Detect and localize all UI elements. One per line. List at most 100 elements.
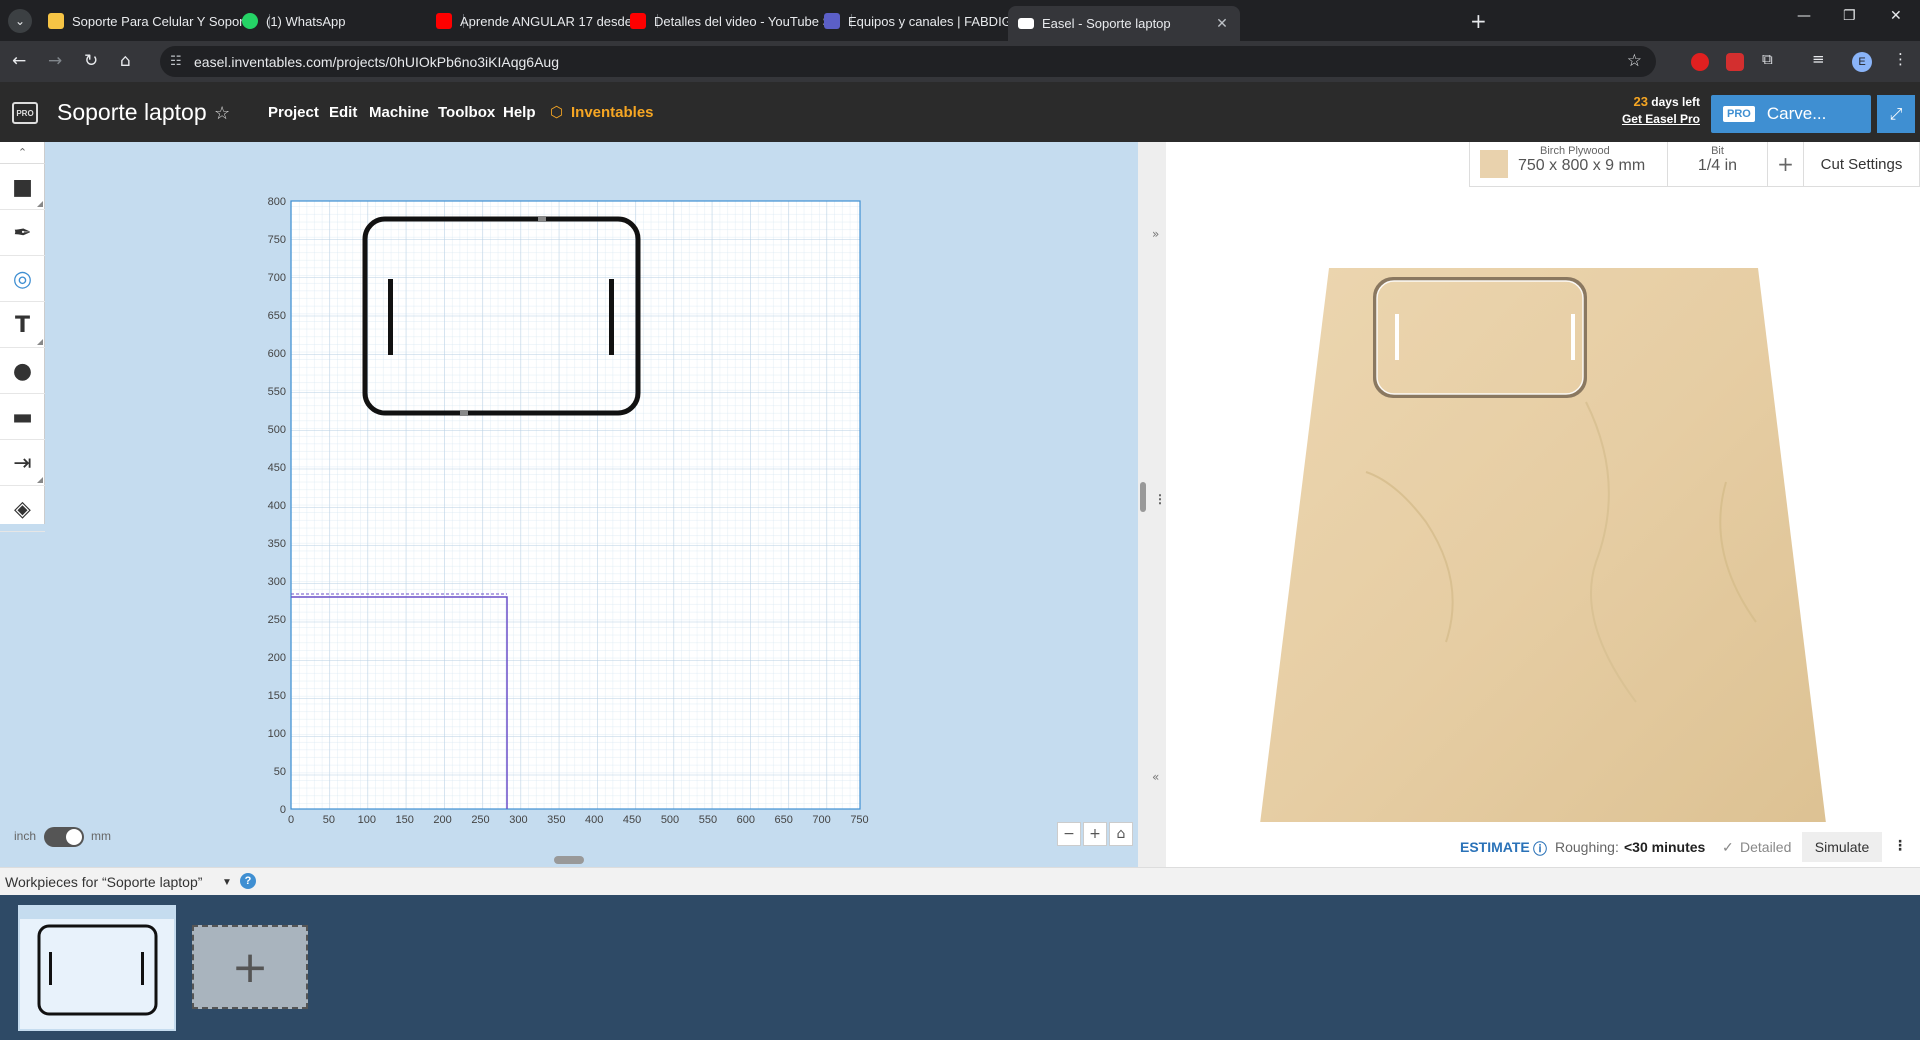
extensions-puzzle-icon[interactable]: ⧉ (1762, 50, 1780, 68)
workpiece-thumbnail[interactable] (18, 905, 176, 1031)
browser-menu-icon[interactable]: ⋮ (1893, 50, 1911, 68)
bookmark-star-icon[interactable]: ☆ (1627, 51, 1642, 71)
divider-dots-icon[interactable]: ⋮ (1154, 492, 1166, 506)
slot-right[interactable] (609, 279, 614, 355)
cut-settings-button[interactable]: Cut Settings (1804, 142, 1919, 186)
bit-label: Bit (1711, 145, 1724, 157)
favicon-icon (48, 13, 64, 29)
slot-left[interactable] (388, 279, 393, 355)
workpieces-tray: + (0, 895, 1920, 1040)
trial-days-number: 23 (1633, 94, 1648, 109)
x-tick-label: 50 (323, 814, 335, 826)
help-icon[interactable]: ? (240, 873, 256, 889)
carve-button[interactable]: PRO Carve... (1711, 95, 1871, 133)
media-control-icon[interactable]: ≡ (1812, 50, 1830, 68)
x-tick-label: 350 (547, 814, 565, 826)
new-tab-icon[interactable]: + (1470, 9, 1487, 33)
y-tick-label: 200 (268, 652, 286, 664)
x-tick-label: 0 (288, 814, 294, 826)
tab-title: Detalles del video - YouTube St (654, 13, 826, 29)
horizontal-scroll-handle[interactable] (554, 856, 584, 864)
youtube-icon (436, 13, 452, 29)
whatsapp-icon (242, 13, 258, 29)
y-tick-label: 400 (268, 500, 286, 512)
menu-help[interactable]: Help (503, 104, 536, 121)
address-bar[interactable]: ☷ easel.inventables.com/projects/0hUIOkP… (160, 46, 1656, 77)
collapse-right-icon[interactable]: » (1152, 227, 1159, 241)
more-options-icon[interactable]: ⋮ (1893, 838, 1907, 854)
trial-days-left: 23 days left (1600, 94, 1701, 109)
y-tick-label: 700 (268, 272, 286, 284)
menu-machine[interactable]: Machine (369, 104, 429, 121)
tab-title: Soporte Para Celular Y Soporte (72, 13, 244, 29)
unit-inch-label: inch (14, 829, 37, 843)
y-tick-label: 50 (274, 766, 286, 778)
divider-grip[interactable] (1140, 482, 1146, 512)
design-canvas-area[interactable]: ⌃ ■ ✒ ◎ T ● ▬ ⇥ ◈ 800 750 700 650 600 550 500 4… (0, 142, 1138, 867)
menu-project[interactable]: Project (268, 104, 319, 121)
zoom-controls: − + ⌂ (1057, 822, 1133, 846)
y-axis-ticks: 8007507006506005505004504003503002502001… (268, 196, 286, 816)
home-view-icon[interactable]: ⌂ (1109, 822, 1133, 846)
workpieces-title[interactable]: Workpieces for “Soporte laptop” (5, 874, 202, 890)
project-title[interactable]: Soporte laptop (57, 99, 207, 126)
tab-title: (1) WhatsApp (266, 13, 346, 29)
tab-search-icon[interactable]: ⌄ (8, 9, 32, 33)
y-tick-label: 100 (268, 728, 286, 740)
y-tick-label: 550 (268, 386, 286, 398)
bit-selector[interactable]: Bit 1/4 in (1668, 142, 1768, 186)
extension-icon[interactable] (1691, 53, 1709, 71)
minimize-icon[interactable]: — (1797, 8, 1811, 24)
plywood-board (1260, 268, 1826, 822)
easel-pro-logo[interactable]: PRO (12, 102, 38, 124)
reload-icon[interactable]: ↻ (84, 51, 98, 71)
menu-toolbox[interactable]: Toolbox (438, 104, 495, 121)
unit-toggle[interactable] (44, 827, 84, 847)
forward-icon[interactable]: → (48, 51, 62, 71)
close-tab-icon[interactable]: ✕ (1214, 16, 1230, 32)
x-tick-label: 150 (396, 814, 414, 826)
design-grid-svg: 8007507006506005505004504003503002502001… (268, 196, 869, 826)
tab-title: Equipos y canales | FABDIG-01 (848, 13, 1020, 29)
x-tick-label: 400 (585, 814, 603, 826)
carved-slot-right (1571, 314, 1575, 360)
simulate-button[interactable]: Simulate (1802, 832, 1882, 862)
y-tick-label: 800 (268, 196, 286, 208)
y-tick-label: 300 (268, 576, 286, 588)
detailed-label: Detailed (1740, 839, 1792, 855)
back-icon[interactable]: ← (12, 51, 26, 71)
x-tick-label: 300 (509, 814, 527, 826)
site-info-icon[interactable]: ☷ (170, 54, 182, 69)
workpieces-dropdown-icon[interactable]: ▼ (222, 877, 232, 888)
menu-edit[interactable]: Edit (329, 104, 357, 121)
material-settings[interactable]: Birch Plywood 750 x 800 x 9 mm Bit 1/4 i… (1469, 142, 1920, 187)
restore-icon[interactable]: ❐ (1843, 8, 1856, 24)
tab-handle[interactable] (538, 217, 546, 221)
expand-icon[interactable]: ⤢ (1877, 95, 1915, 133)
zoom-out-icon[interactable]: − (1057, 822, 1081, 846)
get-easel-pro-link[interactable]: Get Easel Pro (1600, 112, 1700, 126)
close-window-icon[interactable]: ✕ (1890, 8, 1902, 24)
add-workpiece-icon[interactable]: + (192, 925, 308, 1009)
browser-tab-active[interactable]: Easel - Soporte laptop ✕ (1008, 6, 1240, 41)
unit-mm-label: mm (91, 829, 111, 843)
profile-avatar[interactable]: E (1852, 52, 1872, 72)
estimate-info-icon[interactable]: ⓘ (1533, 839, 1547, 859)
carve-label: Carve... (1766, 104, 1827, 123)
material-dims: 750 x 800 x 9 mm (1518, 157, 1646, 174)
roughing-label: Roughing: (1555, 839, 1619, 855)
zoom-in-icon[interactable]: + (1083, 822, 1107, 846)
tab-handle[interactable] (460, 411, 468, 415)
inventables-link[interactable]: Inventables (571, 104, 654, 121)
add-bit-icon[interactable]: + (1768, 142, 1804, 186)
collapse-left-icon[interactable]: « (1152, 770, 1159, 784)
favorite-star-icon[interactable]: ☆ (214, 103, 230, 124)
extension-icon[interactable] (1726, 53, 1744, 71)
material-swatch[interactable] (1480, 150, 1508, 178)
estimate-label[interactable]: ESTIMATE (1460, 839, 1530, 855)
y-tick-label: 500 (268, 424, 286, 436)
panel-divider[interactable]: » ⋮ « (1138, 142, 1166, 867)
x-tick-label: 750 (850, 814, 868, 826)
home-icon[interactable]: ⌂ (120, 51, 131, 71)
carved-slot-left (1395, 314, 1399, 360)
